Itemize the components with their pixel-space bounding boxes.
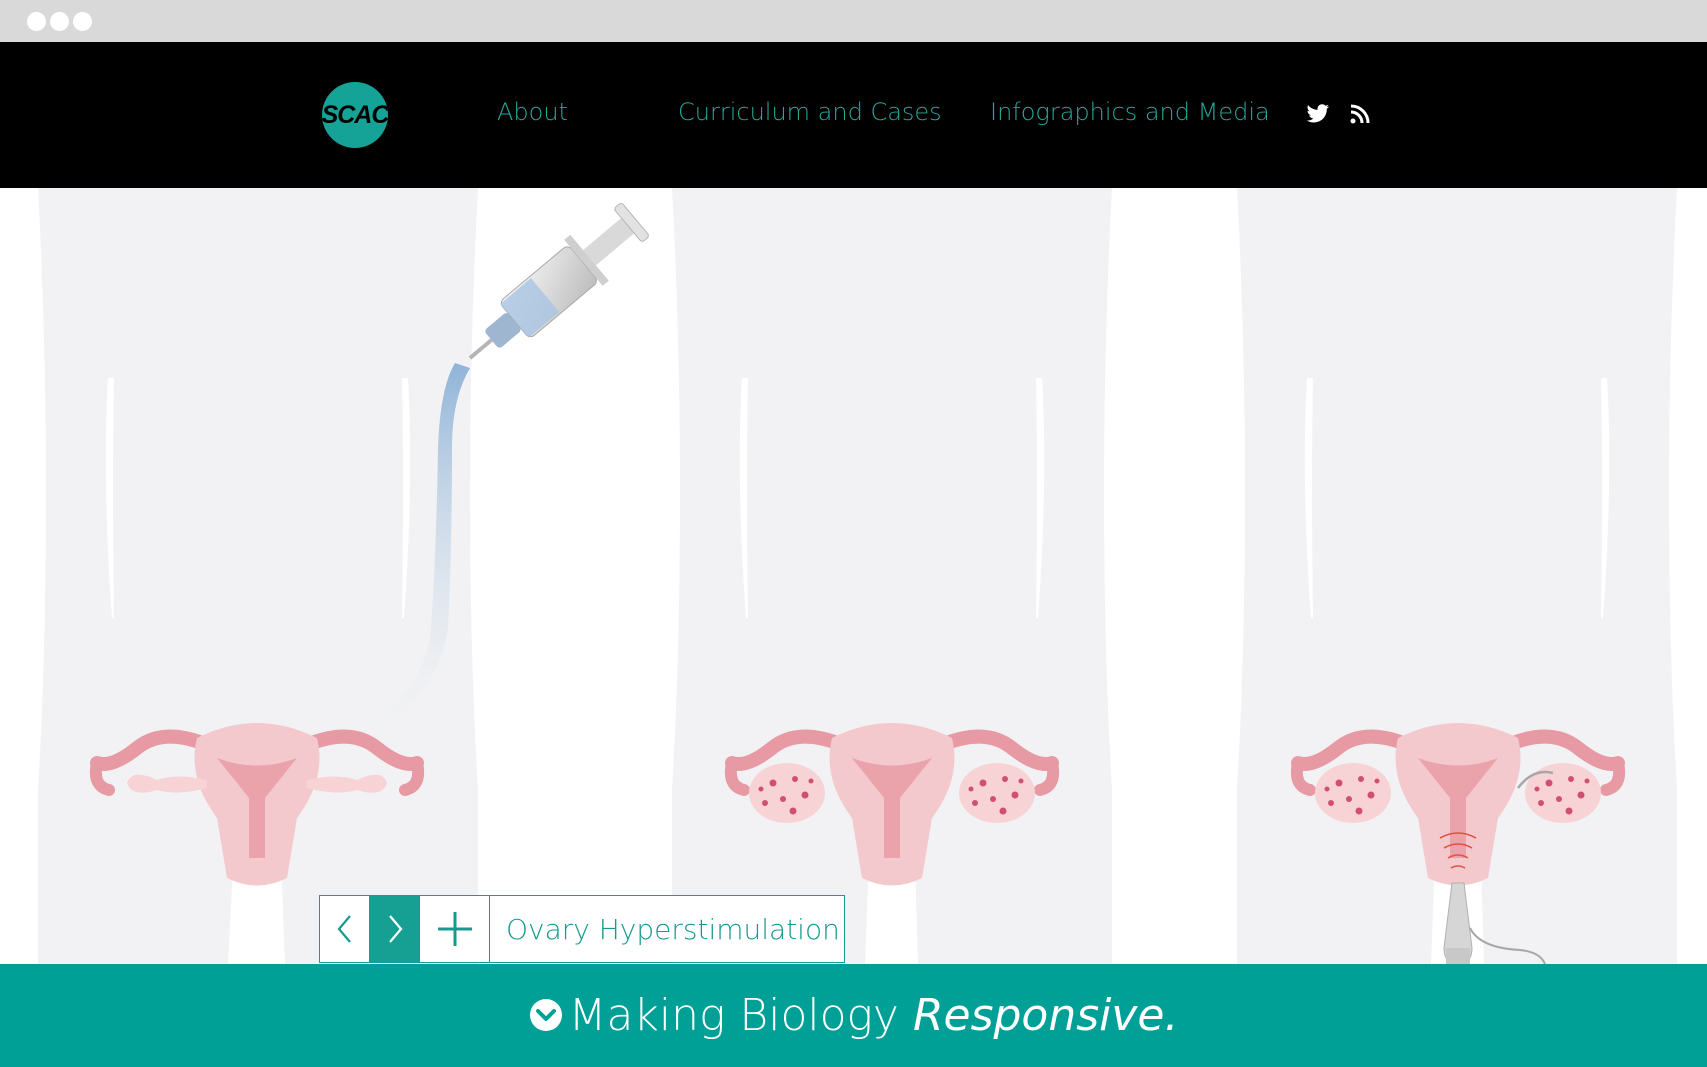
rss-icon[interactable] (1350, 104, 1370, 129)
illustration-scene (0, 188, 1707, 965)
nav-link-infographics[interactable]: Infographics and Media (990, 98, 1270, 126)
top-navigation: SCAC About Curriculum and Cases Infograp… (0, 42, 1707, 188)
plus-icon (437, 912, 472, 946)
footer-tagline-plain: Making Biology (568, 990, 913, 1041)
site-logo[interactable]: SCAC (322, 82, 388, 148)
footer-tagline: Making Biology Responsive. (569, 990, 1179, 1041)
next-button[interactable] (370, 896, 420, 962)
syringe-icon (468, 203, 649, 360)
footer-banner: Making Biology Responsive. (0, 964, 1707, 1067)
expand-button[interactable] (420, 896, 490, 962)
window-dot[interactable] (73, 12, 92, 31)
slide-caption: Ovary Hyperstimulation (506, 912, 840, 946)
slideshow-controls: Ovary Hyperstimulation (319, 895, 845, 963)
nav-link-about[interactable]: About (497, 98, 568, 126)
nav-link-curriculum[interactable]: Curriculum and Cases (678, 98, 942, 126)
footer-tagline-emphasis: Responsive. (912, 990, 1179, 1041)
previous-button[interactable] (320, 896, 370, 962)
chevron-down-circle-icon[interactable] (529, 998, 563, 1037)
window-dot[interactable] (50, 12, 69, 31)
window-dot[interactable] (27, 12, 46, 31)
chevron-left-icon (337, 915, 351, 943)
browser-chrome (0, 0, 1707, 42)
twitter-icon[interactable] (1306, 104, 1330, 129)
chevron-right-icon (388, 915, 402, 943)
